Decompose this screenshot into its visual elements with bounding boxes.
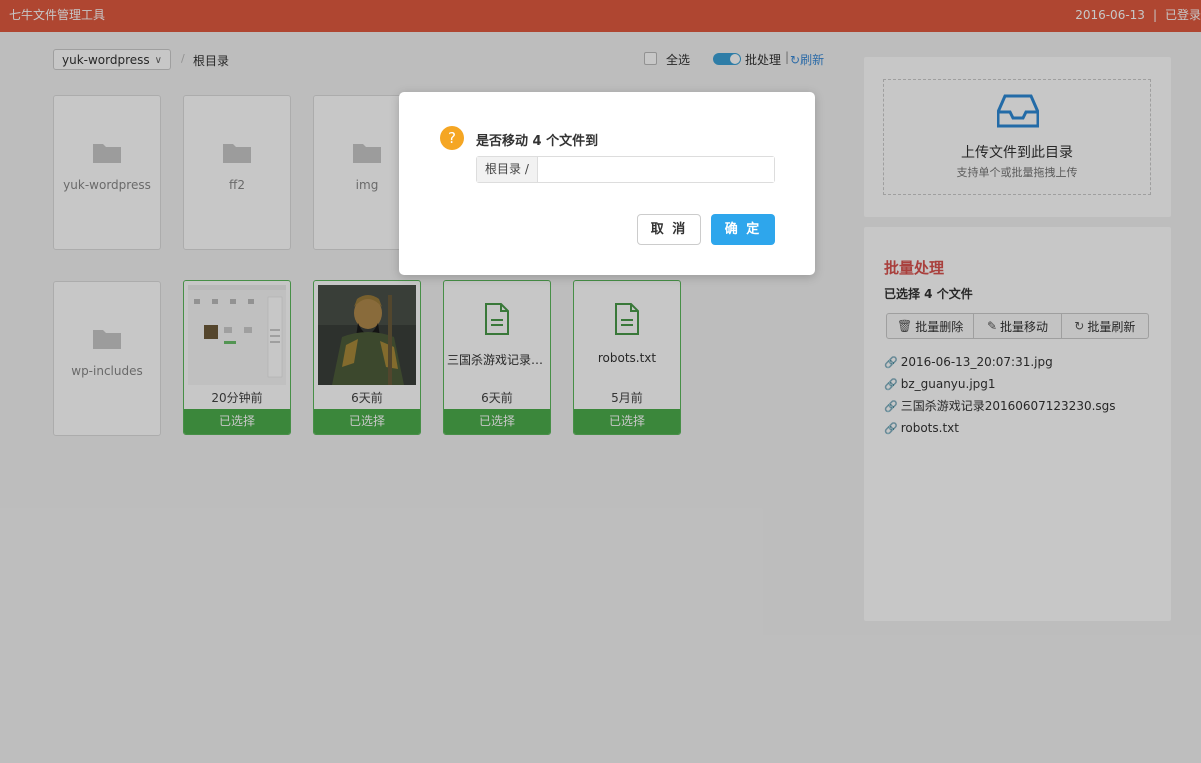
- path-prefix: 根目录 /: [477, 157, 538, 182]
- confirm-button[interactable]: 确 定: [711, 214, 775, 245]
- target-path-input[interactable]: [537, 157, 774, 182]
- question-icon: ?: [440, 126, 464, 150]
- move-question: 是否移动 4 个文件到: [476, 134, 599, 149]
- cancel-button[interactable]: 取 消: [637, 214, 701, 245]
- move-dialog: ? 是否移动 4 个文件到 根目录 / 取 消 确 定: [399, 92, 815, 275]
- target-path-group: 根目录 /: [476, 156, 775, 183]
